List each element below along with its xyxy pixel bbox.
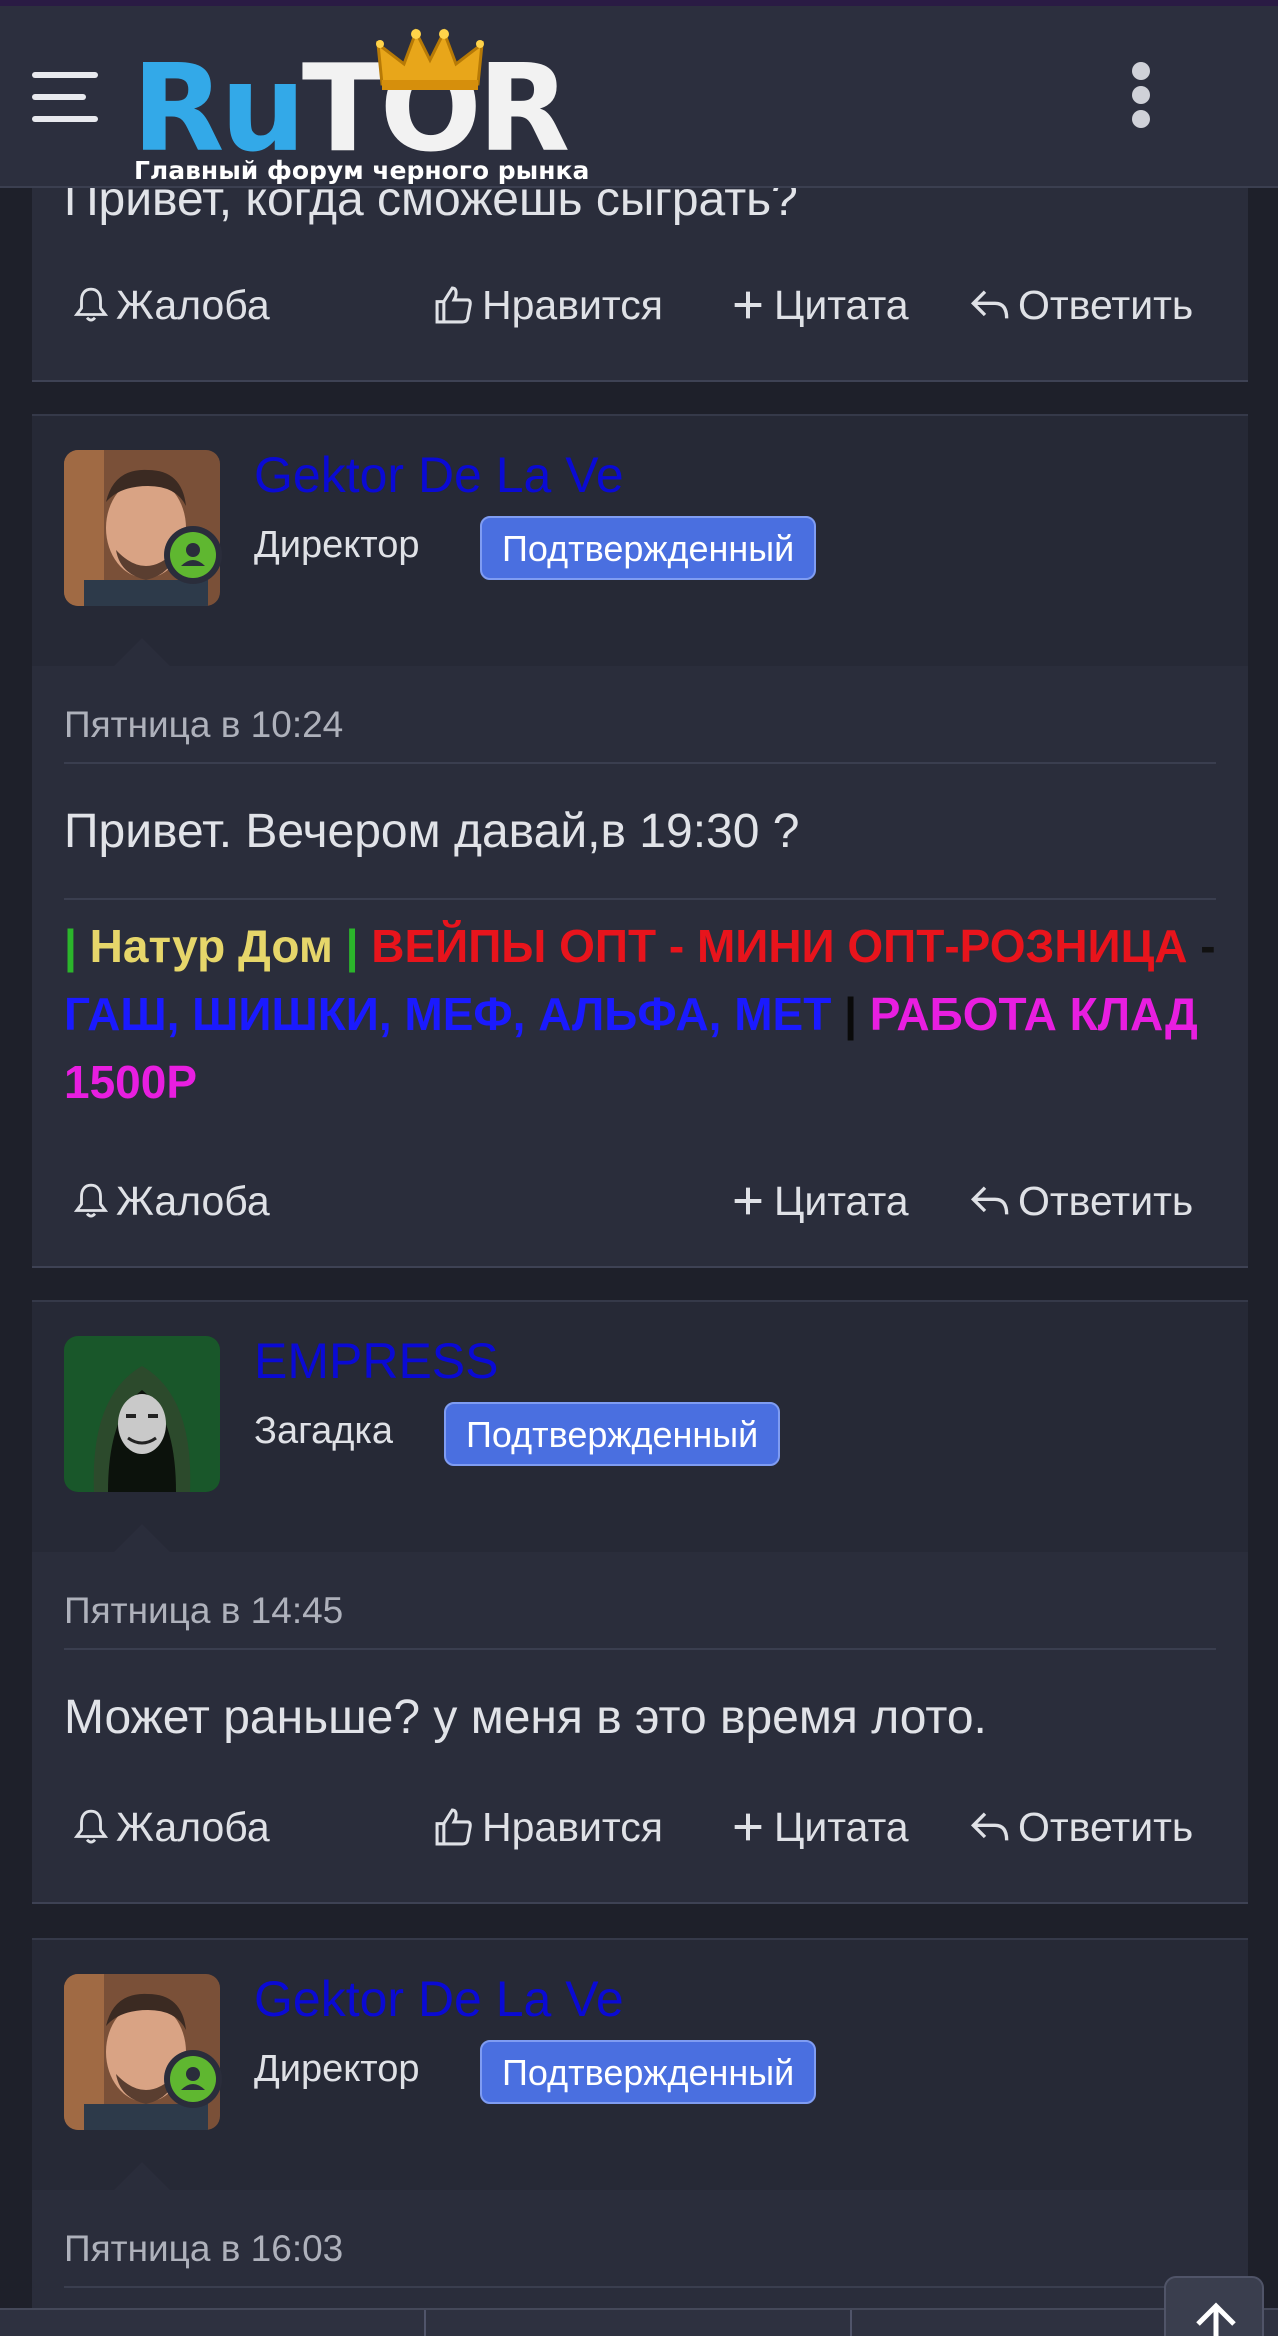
reply-button[interactable]: Ответить — [968, 270, 1193, 340]
user-role: Директор — [254, 524, 420, 566]
reply-button[interactable]: Ответить — [968, 1166, 1193, 1236]
verified-badge: Подтвержденный — [480, 2040, 817, 2104]
post-message: Привет. Вечером давай,в 19:30 ? — [64, 805, 800, 858]
logo-wordmark: RuTOR — [132, 40, 570, 179]
crown-icon — [376, 28, 484, 90]
logo-subtitle: Главный форум черного рынка — [134, 156, 590, 185]
post-author-block: Gektor De La Ve Директор Подтвержденный — [32, 414, 1248, 668]
post-date[interactable]: Пятница в 16:03 — [64, 2228, 343, 2270]
plus-icon — [734, 1187, 762, 1215]
bell-icon — [73, 1809, 109, 1844]
divider — [64, 2286, 1216, 2288]
reply-icon — [970, 1812, 1009, 1841]
reply-button[interactable]: Ответить — [968, 1792, 1193, 1862]
like-button[interactable]: Нравится — [432, 1792, 663, 1862]
signature-divider — [64, 898, 1216, 900]
post-card: Пятница в 14:45 Может раньше? у меня в э… — [32, 1552, 1248, 1904]
user-role: Загадка — [254, 1410, 394, 1452]
post-signature: | Натур Дом | ВЕЙПЫ ОПТ - МИНИ ОПТ-РОЗНИ… — [64, 920, 1216, 1108]
post-actions: Жалоба Нравится Цитата Ответить — [32, 1792, 1248, 1862]
bell-icon — [73, 1183, 109, 1218]
divider — [64, 1648, 1216, 1650]
post-message: Может раньше? у меня в это время лото. — [64, 1691, 987, 1744]
site-header: RuTOR Главный форум черного рынка — [0, 6, 1278, 188]
post-actions: Жалоба Цитата Ответить — [32, 1166, 1248, 1236]
username[interactable]: Gektor De La Ve — [254, 1970, 624, 2028]
complaint-button[interactable]: Жалоба — [72, 270, 270, 340]
post-pointer — [112, 638, 172, 668]
verified-badge: Подтвержденный — [444, 1402, 781, 1466]
post-date[interactable]: Пятница в 14:45 — [64, 1590, 343, 1632]
plus-icon — [734, 291, 762, 319]
post-pointer — [112, 2162, 172, 2192]
bell-icon — [73, 287, 109, 322]
site-logo[interactable]: RuTOR Главный форум черного рынка — [132, 20, 589, 190]
complaint-button[interactable]: Жалоба — [72, 1166, 270, 1236]
username[interactable]: Gektor De La Ve — [254, 446, 624, 504]
post-card: Пятница в 10:24 Привет. Вечером давай,в … — [32, 666, 1248, 1268]
menu-icon[interactable] — [32, 72, 98, 122]
bottom-navigation-bar — [0, 2308, 1278, 2336]
plus-icon — [734, 1813, 762, 1841]
post-author-block: Gektor De La Ve Директор Подтвержденный — [32, 1938, 1248, 2192]
user-role: Директор — [254, 2048, 420, 2090]
quote-button[interactable]: Цитата — [728, 1792, 909, 1862]
user-online-icon — [164, 2050, 222, 2108]
divider — [64, 762, 1216, 764]
reply-icon — [970, 290, 1009, 319]
user-online-icon — [164, 526, 222, 584]
thumbs-up-icon — [435, 286, 472, 324]
post-pointer — [112, 1524, 172, 1554]
post-actions: Жалоба Нравится Цитата Ответить — [32, 270, 1248, 340]
complaint-button[interactable]: Жалоба — [72, 1792, 270, 1862]
scroll-to-top-button[interactable] — [1164, 2276, 1264, 2336]
arrow-up-icon — [1196, 2302, 1236, 2336]
post-date[interactable]: Пятница в 10:24 — [64, 704, 343, 746]
verified-badge: Подтвержденный — [480, 516, 817, 580]
reply-icon — [970, 1186, 1009, 1215]
like-button[interactable]: Нравится — [432, 270, 663, 340]
post-author-block: EMPRESS Загадка Подтвержденный — [32, 1300, 1248, 1554]
username[interactable]: EMPRESS — [254, 1332, 499, 1390]
quote-button[interactable]: Цитата — [728, 270, 909, 340]
quote-button[interactable]: Цитата — [728, 1166, 909, 1236]
avatar[interactable] — [64, 1336, 220, 1492]
kebab-menu-icon[interactable] — [1128, 62, 1154, 134]
thumbs-up-icon — [435, 1808, 472, 1846]
